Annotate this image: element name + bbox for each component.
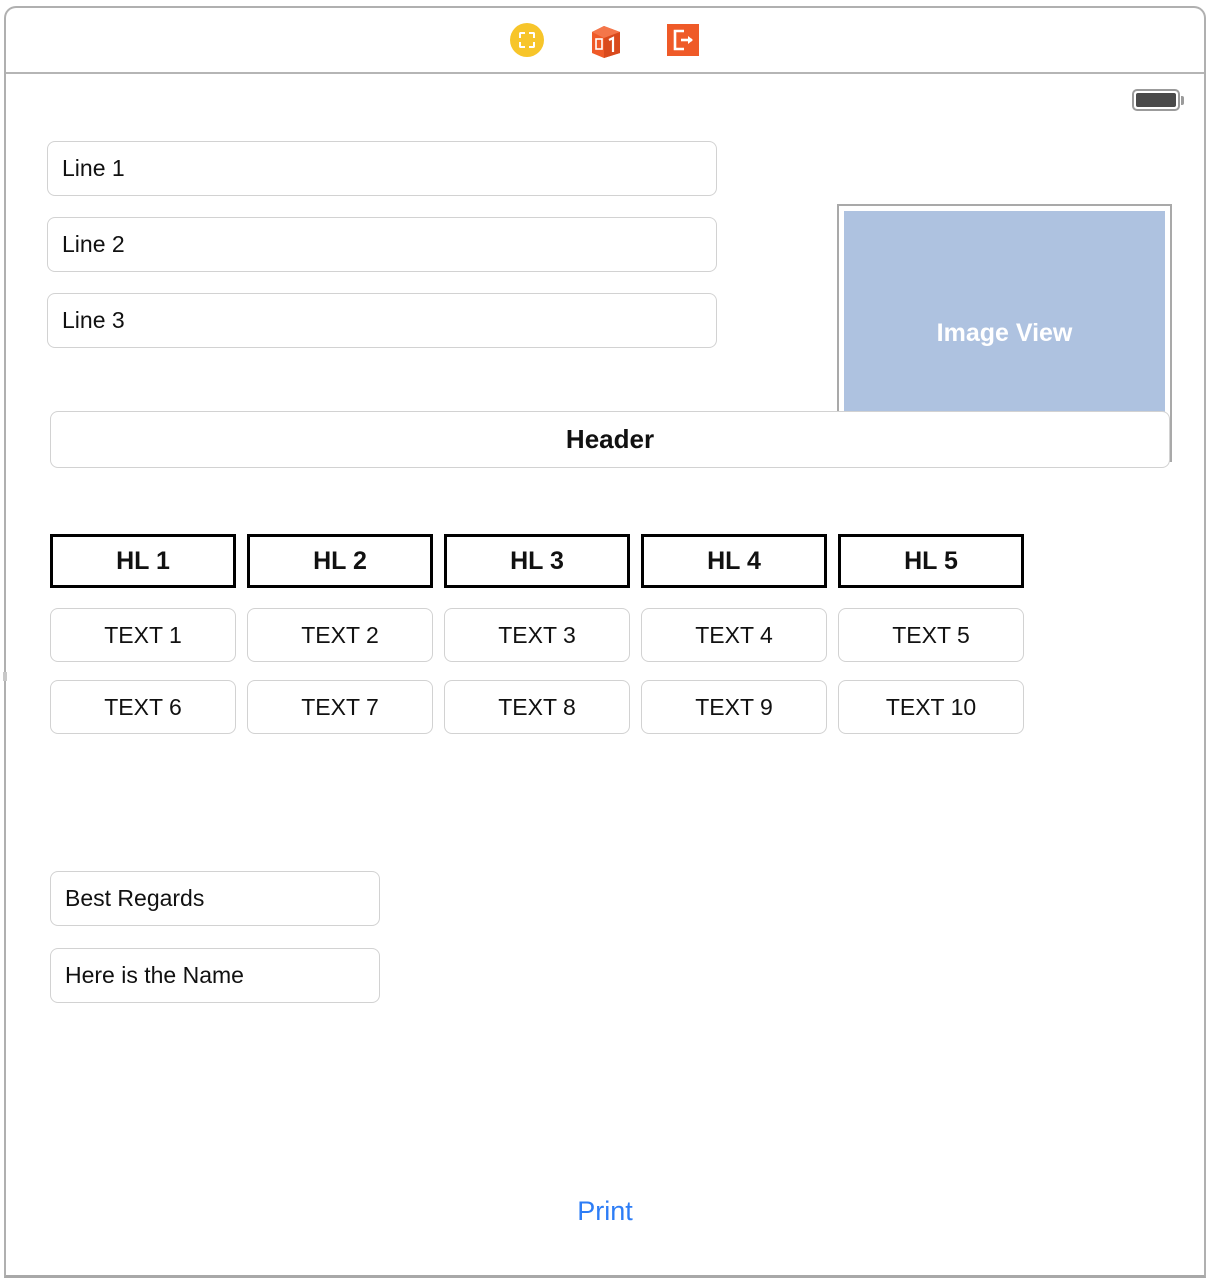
- text-cell-6[interactable]: TEXT 6: [50, 680, 236, 734]
- headline-cell-2-label: HL 2: [313, 546, 367, 575]
- header-value: Header: [565, 424, 655, 454]
- headline-cell-3[interactable]: HL 3: [444, 534, 630, 588]
- app-root: Line 1 Line 2 Line 3 Image View Header H…: [0, 0, 1210, 1278]
- headline-cell-4-label: HL 4: [707, 546, 761, 575]
- text-grid: HL 1 HL 2 HL 3 HL 4 HL 5 TEXT 1 TEXT 2 T…: [50, 534, 1026, 752]
- headline-cell-5[interactable]: HL 5: [838, 534, 1024, 588]
- headline-cell-1[interactable]: HL 1: [50, 534, 236, 588]
- header-field[interactable]: Header: [50, 411, 1170, 468]
- box-1-icon-svg: [592, 26, 620, 58]
- headline-cell-4[interactable]: HL 4: [641, 534, 827, 588]
- export-icon-svg: [667, 24, 699, 56]
- marquee-select-icon[interactable]: [508, 21, 546, 59]
- line-2-field[interactable]: Line 2: [47, 217, 717, 272]
- text-cell-7-label: TEXT 7: [301, 693, 379, 720]
- headline-cell-5-label: HL 5: [904, 546, 958, 575]
- text-cell-1[interactable]: TEXT 1: [50, 608, 236, 662]
- regards-field[interactable]: Best Regards: [50, 871, 380, 926]
- text-cell-8-label: TEXT 8: [498, 693, 576, 720]
- signature-group: Best Regards Here is the Name: [50, 871, 380, 1025]
- line-3-value: Line 3: [62, 307, 125, 333]
- text-cell-10-label: TEXT 10: [885, 693, 977, 720]
- text-cell-4-label: TEXT 4: [695, 621, 773, 648]
- text-cell-3-label: TEXT 3: [498, 621, 576, 648]
- box-1-icon[interactable]: [586, 21, 624, 59]
- text-cell-3[interactable]: TEXT 3: [444, 608, 630, 662]
- text-cell-10[interactable]: TEXT 10: [838, 680, 1024, 734]
- print-button[interactable]: Print: [577, 1196, 633, 1226]
- toolbar: [6, 8, 1204, 74]
- headline-cell-1-label: HL 1: [116, 546, 170, 575]
- line-3-field[interactable]: Line 3: [47, 293, 717, 348]
- regards-value: Best Regards: [65, 885, 205, 911]
- text-cell-6-label: TEXT 6: [104, 693, 182, 720]
- text-cell-5[interactable]: TEXT 5: [838, 608, 1024, 662]
- text-row-2: TEXT 6 TEXT 7 TEXT 8 TEXT 9 TEXT 10: [50, 680, 1026, 734]
- headline-cell-3-label: HL 3: [510, 546, 564, 575]
- lines-group: Line 1 Line 2 Line 3: [47, 141, 717, 369]
- line-1-value: Line 1: [62, 155, 125, 181]
- text-cell-7[interactable]: TEXT 7: [247, 680, 433, 734]
- headline-cell-2[interactable]: HL 2: [247, 534, 433, 588]
- print-button-container: Print: [6, 1196, 1204, 1227]
- text-cell-9[interactable]: TEXT 9: [641, 680, 827, 734]
- text-cell-4[interactable]: TEXT 4: [641, 608, 827, 662]
- line-2-value: Line 2: [62, 231, 125, 257]
- text-cell-2[interactable]: TEXT 2: [247, 608, 433, 662]
- window-frame: Line 1 Line 2 Line 3 Image View Header H…: [3, 6, 1206, 1278]
- text-cell-9-label: TEXT 9: [695, 693, 773, 720]
- text-cell-5-label: TEXT 5: [892, 621, 970, 648]
- image-view-label: Image View: [936, 318, 1073, 347]
- text-cell-2-label: TEXT 2: [301, 621, 379, 648]
- content-area: Line 1 Line 2 Line 3 Image View Header H…: [6, 76, 1204, 1275]
- line-1-field[interactable]: Line 1: [47, 141, 717, 196]
- text-cell-8[interactable]: TEXT 8: [444, 680, 630, 734]
- headline-row: HL 1 HL 2 HL 3 HL 4 HL 5: [50, 534, 1026, 588]
- name-value: Here is the Name: [65, 962, 244, 988]
- export-icon[interactable]: [664, 21, 702, 59]
- text-cell-1-label: TEXT 1: [104, 621, 182, 648]
- text-row-1: TEXT 1 TEXT 2 TEXT 3 TEXT 4 TEXT 5: [50, 608, 1026, 662]
- name-field[interactable]: Here is the Name: [50, 948, 380, 1003]
